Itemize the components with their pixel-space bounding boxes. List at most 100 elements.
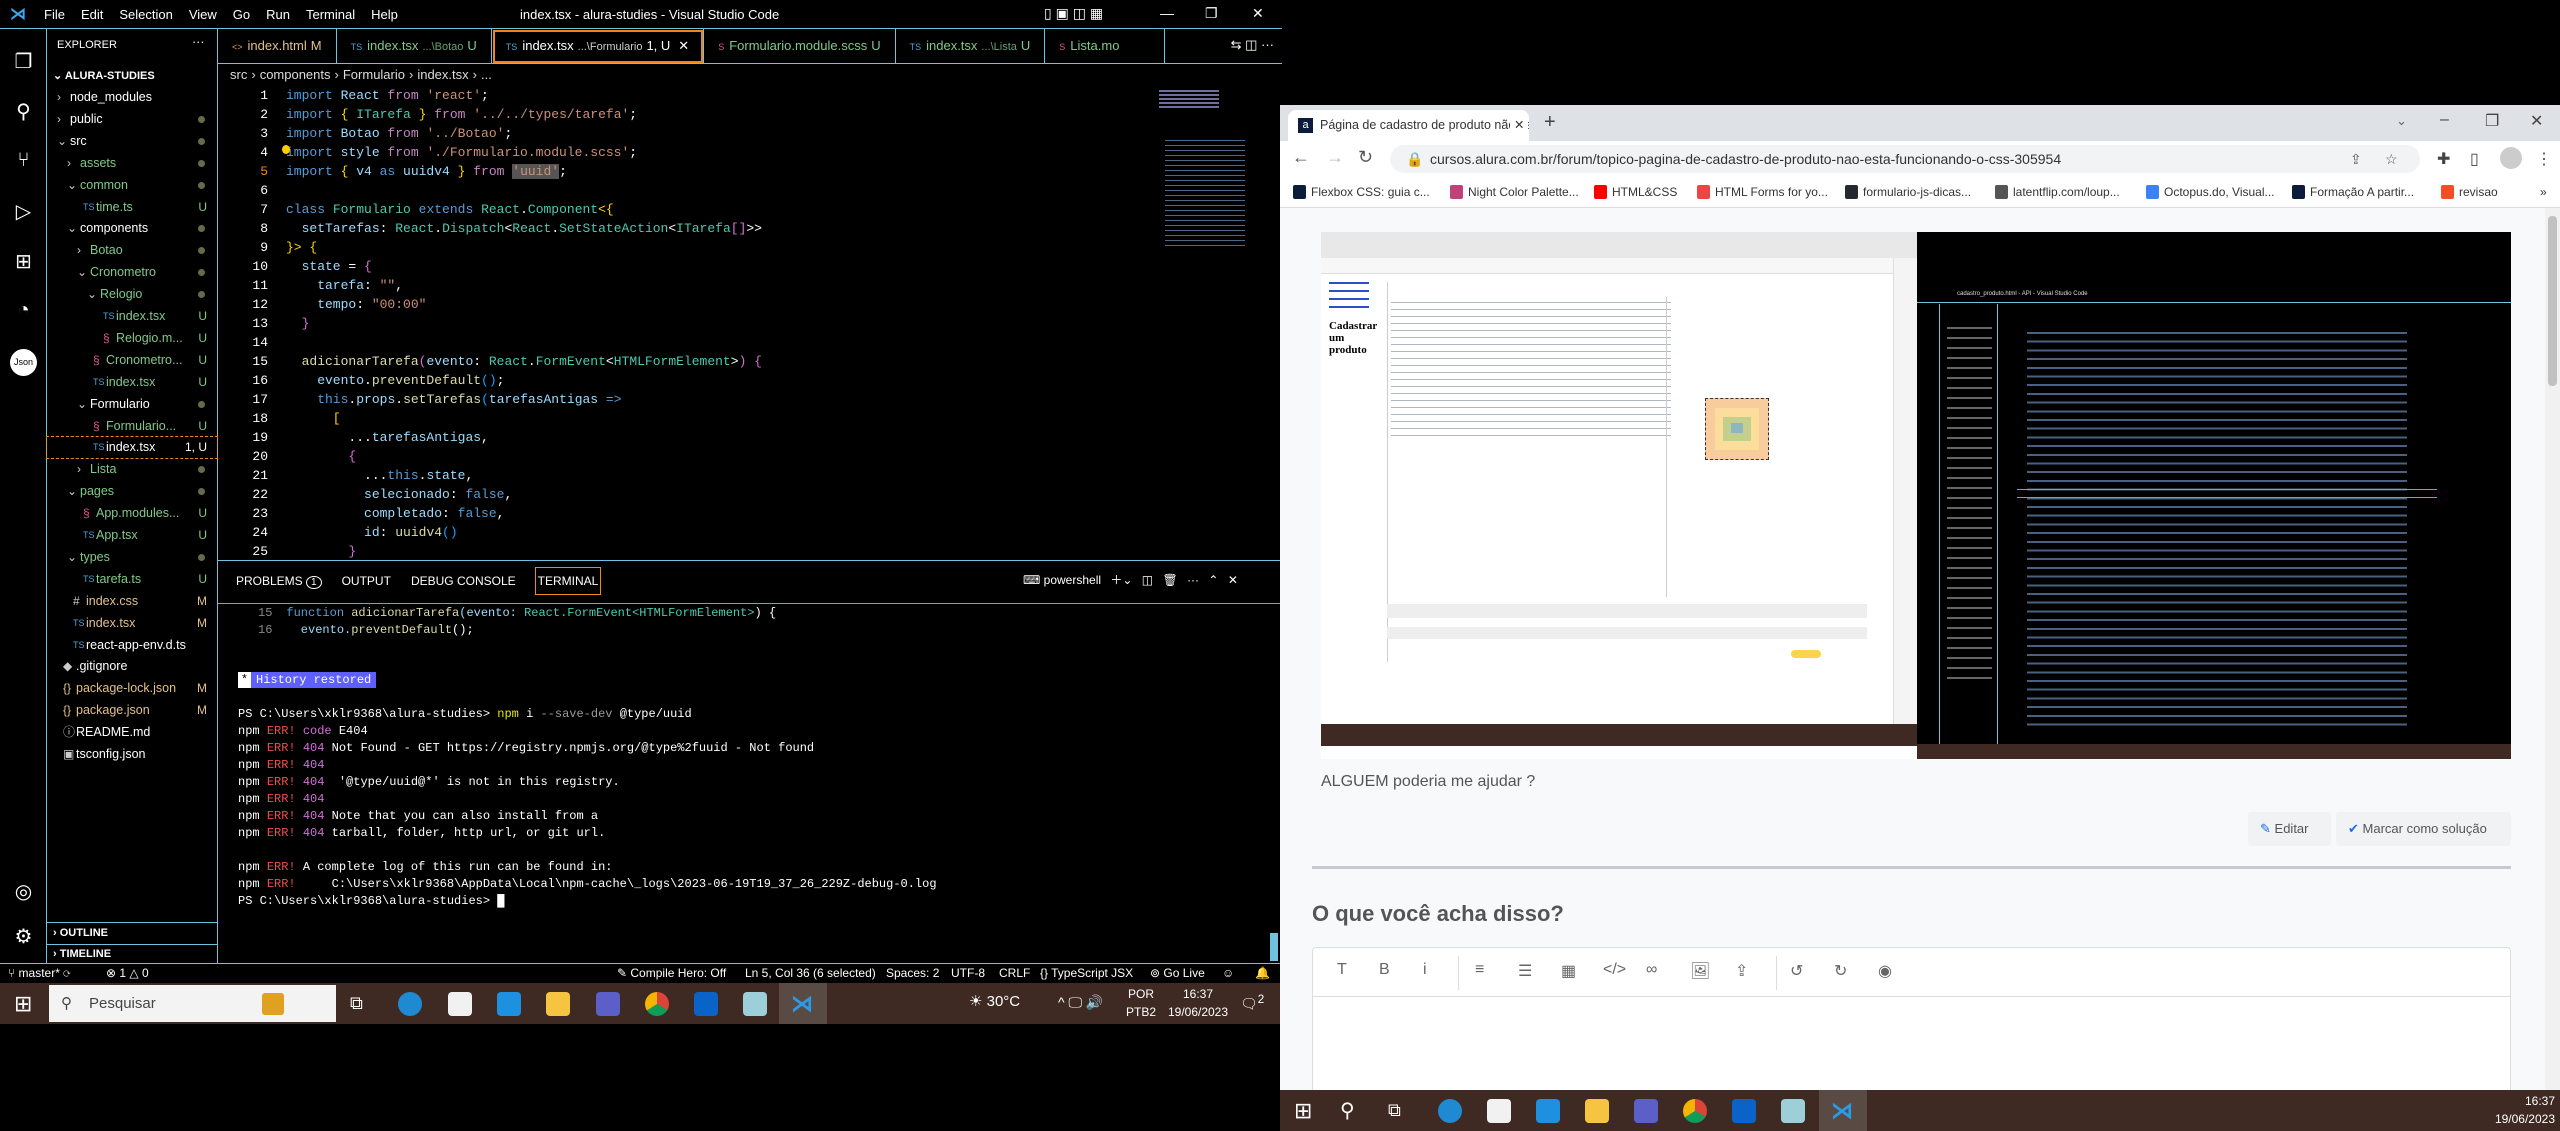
cursor-position[interactable]: Ln 5, Col 36 (6 selected)	[745, 964, 876, 983]
tree-item[interactable]: TS index.tsx U	[47, 306, 217, 327]
tab-debug-console[interactable]: DEBUG CONSOLE	[411, 574, 516, 588]
search-icon[interactable]: ⚲	[10, 99, 37, 126]
outlook-icon[interactable]	[1732, 1099, 1756, 1123]
file-explorer-icon[interactable]	[1585, 1099, 1609, 1123]
link-icon[interactable]: ∞	[1646, 961, 1657, 979]
tree-item[interactable]: ⌄ Relogio	[47, 284, 217, 305]
tree-item[interactable]: ⌄ src	[47, 131, 217, 152]
settings-gear-icon[interactable]: ⚙	[10, 924, 37, 951]
redo-icon[interactable]: ↻	[1834, 961, 1847, 981]
tree-item[interactable]: TS index.tsx U	[47, 372, 217, 393]
editor-tab[interactable]: TS index.tsx ...\Lista U	[896, 29, 1046, 64]
terminal-scrollbar[interactable]	[1270, 933, 1278, 961]
snipping-tool-icon[interactable]	[743, 992, 767, 1016]
tab-output[interactable]: OUTPUT	[342, 574, 391, 588]
task-view-icon[interactable]: ⧉	[350, 993, 363, 1014]
unordered-list-icon[interactable]: ☰	[1518, 961, 1532, 981]
bookmark-star-icon[interactable]: ☆	[2385, 145, 2398, 173]
account-icon[interactable]: ◎	[10, 879, 37, 906]
go-live-button[interactable]: ⊚ Go Live	[1150, 964, 1205, 983]
tree-item[interactable]: § Cronometro... U	[47, 350, 217, 371]
new-tab-button[interactable]: +	[1544, 111, 1556, 134]
extensions-icon[interactable]: ⊞	[10, 249, 37, 276]
bookmark-item[interactable]: HTML&CSS	[1594, 185, 1677, 199]
problems-indicator[interactable]: ⊗ 1 △ 0	[106, 964, 149, 983]
edit-button[interactable]: ✎ Editar	[2248, 812, 2331, 846]
menu-selection[interactable]: Selection	[111, 7, 180, 22]
notifications-bell-icon[interactable]: 🔔	[1255, 964, 1270, 983]
tree-item[interactable]: TS index.tsx M	[47, 613, 217, 634]
line-ending[interactable]: CRLF	[999, 964, 1030, 983]
menu-view[interactable]: View	[181, 7, 225, 22]
back-button[interactable]: ←	[1292, 147, 1310, 168]
minimap[interactable]	[1155, 90, 1255, 270]
breadcrumb-item[interactable]: index.tsx	[417, 67, 468, 82]
tree-item[interactable]: # index.css M	[47, 591, 217, 612]
minimize-button[interactable]: –	[2440, 111, 2449, 129]
source-control-icon[interactable]: ⑂	[10, 149, 37, 176]
encoding[interactable]: UTF-8	[951, 964, 985, 983]
tree-item[interactable]: › assets	[47, 153, 217, 174]
ordered-list-icon[interactable]: ≡	[1475, 961, 1484, 979]
menu-edit[interactable]: Edit	[73, 7, 111, 22]
bookmark-item[interactable]: formulario-js-dicas...	[1845, 185, 1971, 199]
json-icon[interactable]: Json	[10, 349, 37, 376]
profile-avatar[interactable]	[2500, 147, 2522, 169]
close-tab-icon[interactable]: ✕	[678, 38, 689, 53]
close-tab-icon[interactable]: ✕	[1510, 110, 1529, 140]
editor-tab[interactable]: TS index.tsx ...\Botao U	[337, 29, 492, 64]
tree-item[interactable]: {} package-lock.json M	[47, 678, 217, 699]
close-panel-icon[interactable]: ✕	[1228, 573, 1238, 587]
more-bookmarks-button[interactable]: »	[2540, 185, 2547, 199]
clock[interactable]: 16:37 19/06/2023	[1163, 985, 1233, 1021]
clock[interactable]: 16:37 19/06/2023	[2480, 1092, 2555, 1128]
indentation[interactable]: Spaces: 2	[886, 964, 939, 983]
text-style-icon[interactable]: T	[1337, 961, 1347, 979]
taskbar-search[interactable]: ⚲ Pesquisar	[49, 985, 336, 1022]
outline-section[interactable]: › OUTLINE	[47, 922, 217, 944]
chrome-icon[interactable]	[645, 992, 669, 1016]
teams-icon[interactable]	[1634, 1099, 1658, 1123]
restore-button[interactable]: ❐	[1205, 5, 1218, 22]
vscode-taskbar-button[interactable]: ⋊	[779, 983, 827, 1024]
tab-terminal[interactable]: TERMINAL	[534, 567, 602, 595]
layout-toggle-icons[interactable]: ▯ ▣ ◫ ▦	[1044, 5, 1103, 22]
mail-icon[interactable]	[1536, 1099, 1560, 1123]
side-panel-icon[interactable]: ▯	[2470, 149, 2479, 169]
edge-icon[interactable]	[1438, 1099, 1462, 1123]
store-icon[interactable]	[448, 992, 472, 1016]
code-editor[interactable]: 1 import React from 'react'; 2 import { ITa…	[218, 86, 1282, 560]
store-icon[interactable]	[1487, 1099, 1511, 1123]
italic-icon[interactable]: i	[1423, 961, 1427, 979]
tree-item[interactable]: ⌄ common	[47, 175, 217, 196]
bookmark-item[interactable]: Octopus.do, Visual...	[2146, 185, 2275, 199]
bold-icon[interactable]: B	[1379, 961, 1390, 979]
breadcrumb-item[interactable]: ...	[481, 67, 492, 82]
language-mode[interactable]: {} TypeScript JSX	[1040, 964, 1133, 983]
menu-terminal[interactable]: Terminal	[298, 7, 363, 22]
editor-tab[interactable]: <> index.html M	[218, 29, 337, 64]
tab-search-icon[interactable]: ⌄	[2396, 113, 2407, 129]
reload-button[interactable]: ↻	[1358, 147, 1373, 168]
tree-item[interactable]: § Relogio.m... U	[47, 328, 217, 349]
tree-item[interactable]: › Botao	[47, 240, 217, 261]
tree-item[interactable]: › public	[47, 109, 217, 130]
input-language[interactable]: POR PTB2	[1126, 985, 1156, 1021]
close-button[interactable]: ✕	[1252, 5, 1264, 22]
editor-tab[interactable]: S Lista.mo	[1045, 29, 1166, 64]
notification-center-icon[interactable]: 🗨2	[1240, 993, 1264, 1013]
mail-icon[interactable]	[497, 992, 521, 1016]
browser-tab[interactable]: a Página de cadastro de produto não está…	[1288, 110, 1529, 141]
more-actions-icon[interactable]: ···	[192, 35, 205, 49]
preview-icon[interactable]: ◉	[1878, 961, 1892, 981]
bookmark-item[interactable]: Night Color Palette...	[1450, 185, 1579, 199]
menu-go[interactable]: Go	[225, 7, 258, 22]
tree-item[interactable]: ⌄ components	[47, 218, 217, 239]
search-icon[interactable]: ⚲	[1340, 1098, 1355, 1123]
restore-button[interactable]: ❐	[2485, 111, 2499, 131]
tree-item[interactable]: TS react-app-env.d.ts	[47, 635, 217, 656]
file-explorer-icon[interactable]	[546, 992, 570, 1016]
upload-image-icon[interactable]: ⇪	[1735, 961, 1748, 981]
weather-widget[interactable]: ☀ 30°C	[969, 992, 1020, 1010]
menu-run[interactable]: Run	[258, 7, 298, 22]
